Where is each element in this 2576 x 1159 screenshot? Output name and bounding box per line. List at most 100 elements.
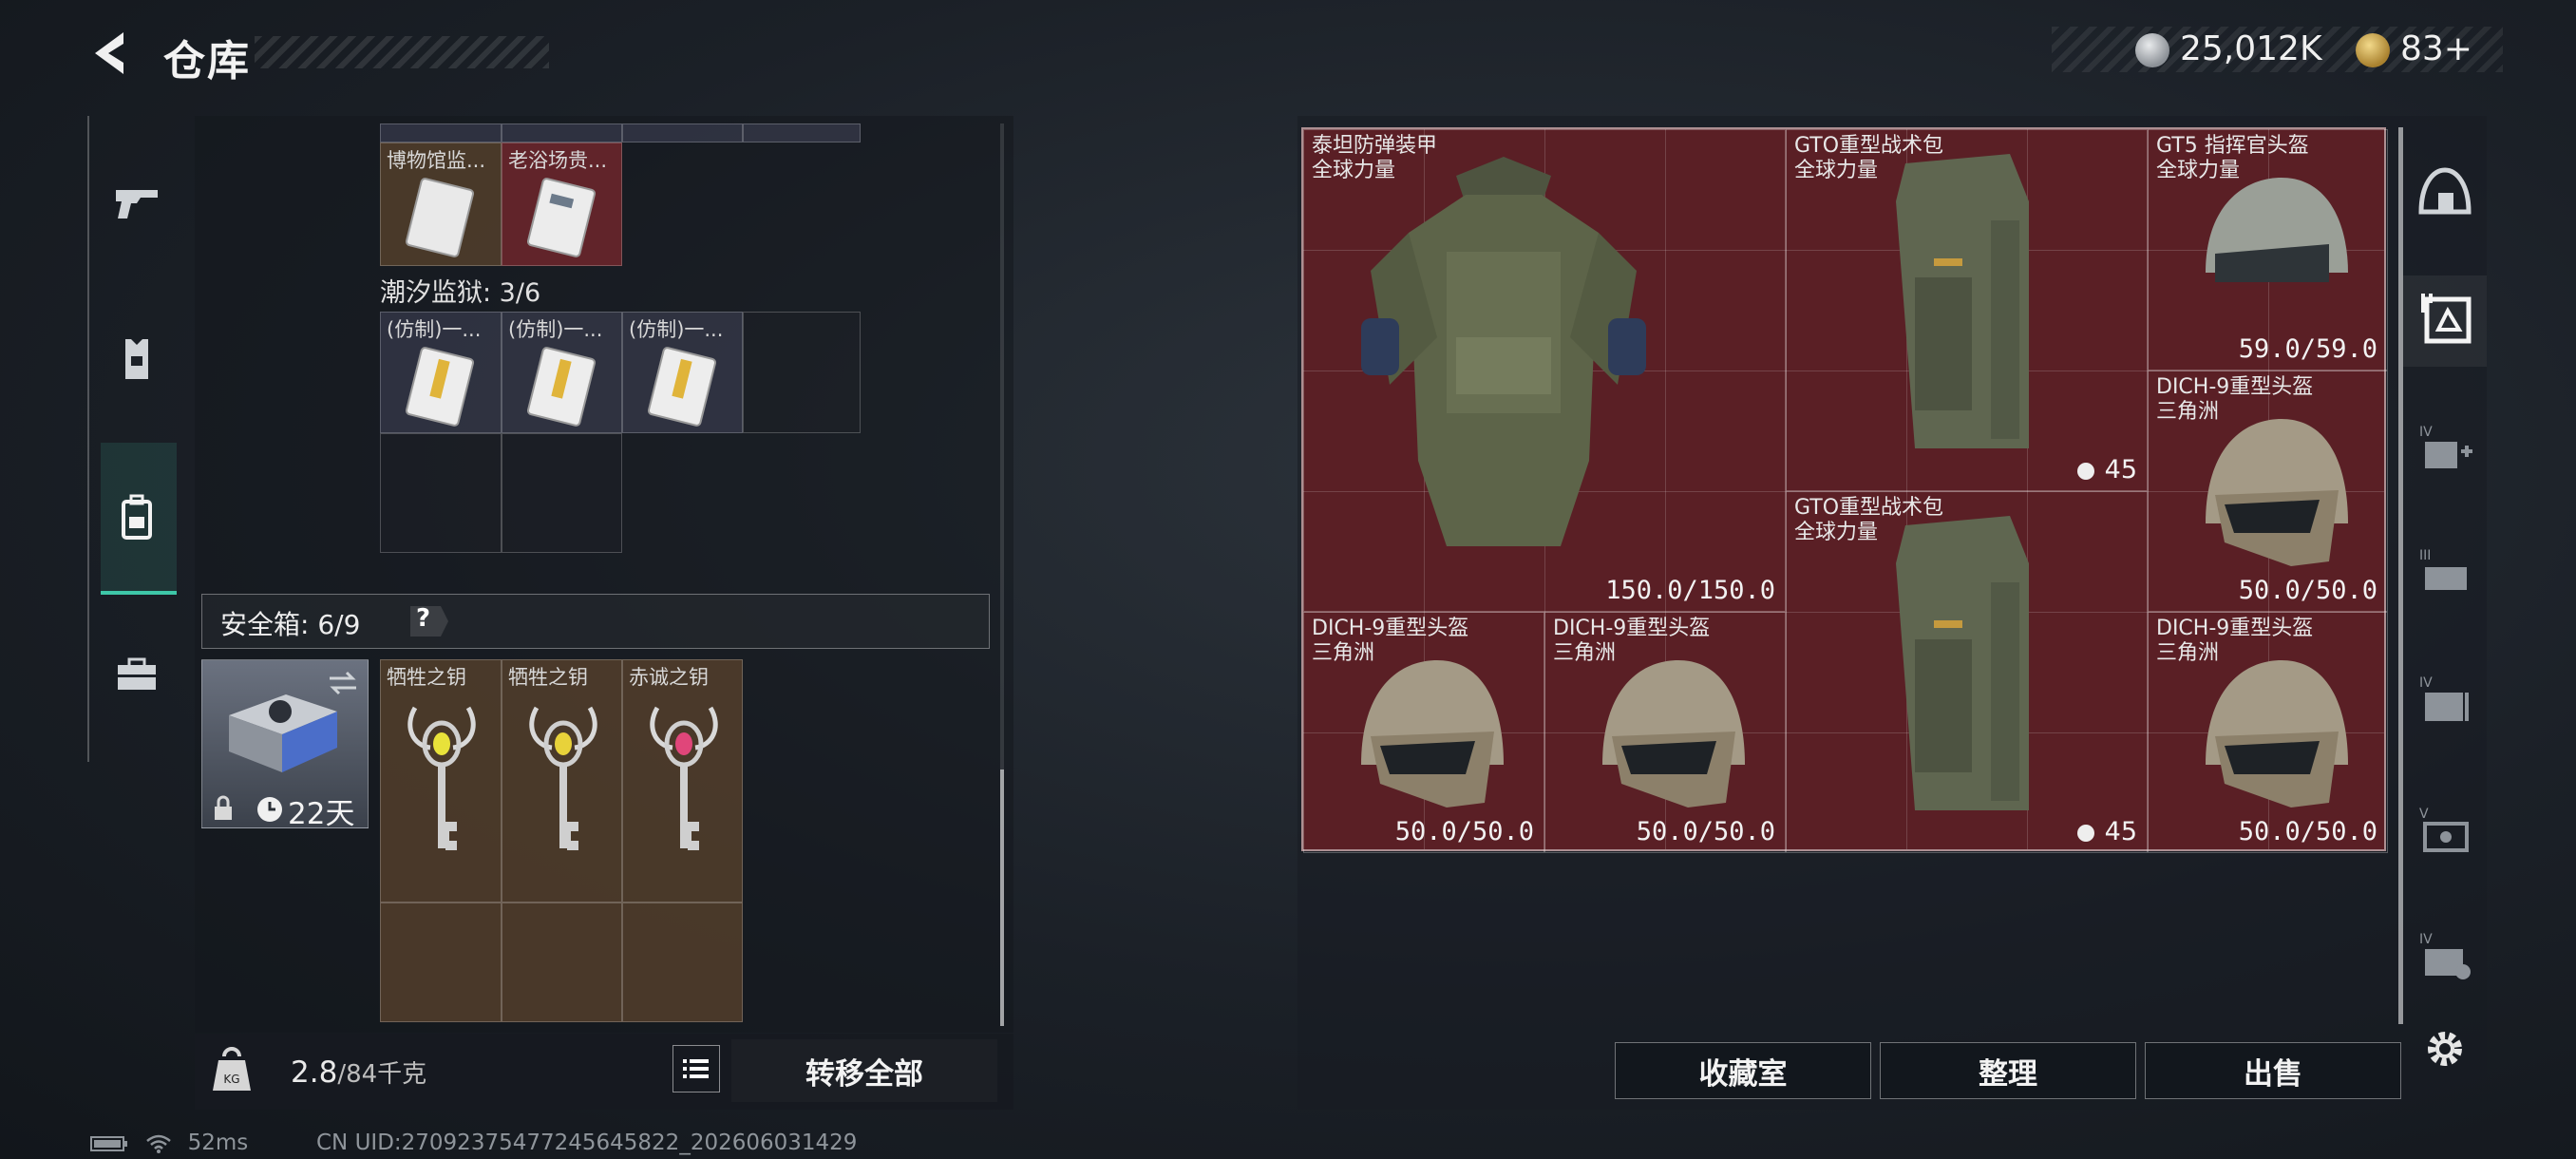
grid-cell[interactable] (502, 902, 622, 1022)
wifi-icon (146, 1134, 172, 1153)
item-replica-card[interactable]: (仿制)一... (380, 312, 502, 433)
item-count: 45 (2075, 817, 2137, 846)
stash-scrollbar[interactable] (2398, 127, 2403, 1024)
settings-gear-icon[interactable] (2411, 1015, 2479, 1083)
grid-cell[interactable] (380, 902, 502, 1022)
gold-coin-icon[interactable] (2356, 33, 2390, 67)
grid-cell[interactable] (743, 312, 861, 433)
title-decoration (255, 36, 549, 68)
uid-text: CN UID:27092375477245645822_202606031429 (316, 1130, 858, 1155)
item-durability: 150.0/150.0 (1605, 576, 1775, 605)
item-durability: 50.0/50.0 (2238, 817, 2377, 846)
keycard-icon (527, 178, 597, 257)
keycard-icon (406, 178, 475, 257)
helmet-icon (2206, 178, 2348, 282)
item-key[interactable]: 牺牲之钥 (502, 659, 622, 902)
key-icon (650, 706, 718, 850)
list-icon (683, 1059, 709, 1078)
silver-coin-icon (2135, 33, 2169, 67)
help-button[interactable]: ? (408, 604, 450, 638)
grid-cell[interactable] (502, 124, 622, 142)
item-dich9-helmet[interactable]: DICH-9重型头盔 三角洲 50.0/50.0 (2148, 370, 2388, 612)
item-durability: 50.0/50.0 (1636, 817, 1775, 846)
item-replica-card[interactable]: (仿制)一... (502, 312, 622, 433)
helmet-icon (1361, 660, 1504, 808)
back-arrow-icon[interactable] (84, 25, 141, 82)
weight-current: 2.8 (291, 1055, 338, 1090)
keycard-icon (527, 347, 597, 427)
keycard-icon (648, 347, 717, 427)
grid-cell[interactable] (380, 433, 502, 553)
item-dich9-helmet[interactable]: DICH-9重型头盔 三角洲 50.0/50.0 (2148, 612, 2388, 853)
tide-prison-label: 潮汐监狱: 3/6 (380, 278, 541, 308)
item-count: 45 (2075, 455, 2137, 484)
helmet-icon (1602, 660, 1745, 808)
currency-premium[interactable]: 83+ (2400, 29, 2472, 68)
stash-iv-icon[interactable]: IV (2411, 665, 2479, 733)
stash-iii-icon[interactable]: III (2411, 538, 2479, 606)
svg-text:IV: IV (2419, 932, 2433, 947)
item-key[interactable]: 赤诚之钥 (622, 659, 743, 902)
keycard-icon (406, 347, 475, 427)
ammo-icon (2077, 824, 2095, 842)
stash-iv-b-icon[interactable]: IV (2411, 922, 2479, 990)
svg-text:III: III (2419, 548, 2431, 563)
swap-icon[interactable] (326, 670, 360, 696)
item-name: 牺牲之钥 (508, 666, 588, 689)
organize-button[interactable]: 整理 (1880, 1042, 2136, 1099)
key-icon (407, 706, 476, 850)
collection-room-button[interactable]: 收藏室 (1615, 1042, 1871, 1099)
item-dich9-helmet[interactable]: DICH-9重型头盔 三角洲 50.0/50.0 (1544, 612, 1786, 853)
briefcase-icon[interactable] (103, 640, 171, 709)
item-titan-armor[interactable]: 泰坦防弹装甲 全球力量 150.0/150.0 (1303, 129, 1786, 612)
pistol-icon[interactable] (103, 169, 171, 238)
ammo-icon (2077, 462, 2095, 480)
helmet-icon[interactable] (2411, 158, 2479, 226)
clock-icon (257, 797, 282, 822)
item-durability: 50.0/50.0 (2238, 576, 2377, 605)
grid-cell[interactable] (622, 124, 743, 142)
item-gto-backpack[interactable]: GTO重型战术包 全球力量 45 (1786, 129, 2148, 491)
svg-text:KG: KG (223, 1073, 239, 1086)
list-view-button[interactable] (672, 1045, 720, 1092)
item-name: (仿制)一... (387, 318, 482, 341)
item-name: 博物馆监... (387, 149, 486, 172)
grid-cell[interactable] (743, 124, 861, 142)
weight-icon: KG (211, 1047, 253, 1094)
svg-text:V: V (2419, 807, 2429, 822)
grid-cell[interactable] (622, 902, 743, 1022)
safebox-duration: 22天 (288, 797, 355, 831)
status-bar: 52ms (90, 1130, 248, 1155)
item-museum-card[interactable]: 博物馆监... (380, 142, 502, 266)
backpack-icon[interactable] (103, 483, 171, 551)
transfer-all-button[interactable]: 转移全部 (731, 1039, 997, 1102)
item-name: 赤诚之钥 (629, 666, 709, 689)
item-key[interactable]: 牺牲之钥 (380, 659, 502, 902)
armor-icon (1361, 157, 1646, 546)
lock-icon (215, 795, 232, 820)
battery-icon (90, 1135, 127, 1151)
item-gto-backpack[interactable]: GTO重型战术包 全球力量 45 (1786, 491, 2148, 853)
helmet-icon (2206, 419, 2348, 566)
safebox-icon (229, 694, 337, 772)
key-icon (529, 706, 597, 850)
item-durability: 50.0/50.0 (1394, 817, 1534, 846)
stash-grid: 泰坦防弹装甲 全球力量 150.0/150.0 GTO重型战术包 全球力量 45 G… (1301, 127, 2388, 853)
item-replica-card[interactable]: (仿制)一... (622, 312, 743, 433)
stash-v-icon[interactable]: V (2411, 796, 2479, 864)
sell-button[interactable]: 出售 (2145, 1042, 2401, 1099)
left-scrollbar-thumb[interactable] (1000, 770, 1004, 1026)
currency-main: 25,012K (2180, 29, 2322, 68)
item-bathhouse-card[interactable]: 老浴场贵... (502, 142, 622, 266)
item-dich9-helmet[interactable]: DICH-9重型头盔 三角洲 50.0/50.0 (1303, 612, 1544, 853)
item-gt5-helmet[interactable]: GT5 指挥官头盔 全球力量 59.0/59.0 (2148, 129, 2388, 370)
safebox-container[interactable]: 22天 (201, 659, 369, 831)
vest-icon[interactable] (103, 325, 171, 393)
help-icon: ? (416, 604, 431, 633)
weight-max: /84千克 (337, 1060, 427, 1089)
grid-cell[interactable] (380, 124, 502, 142)
svg-text:IV: IV (2419, 425, 2433, 440)
stash-icon[interactable] (2411, 285, 2479, 353)
stash-iv-add-icon[interactable]: IV (2411, 414, 2479, 483)
grid-cell[interactable] (502, 433, 622, 553)
